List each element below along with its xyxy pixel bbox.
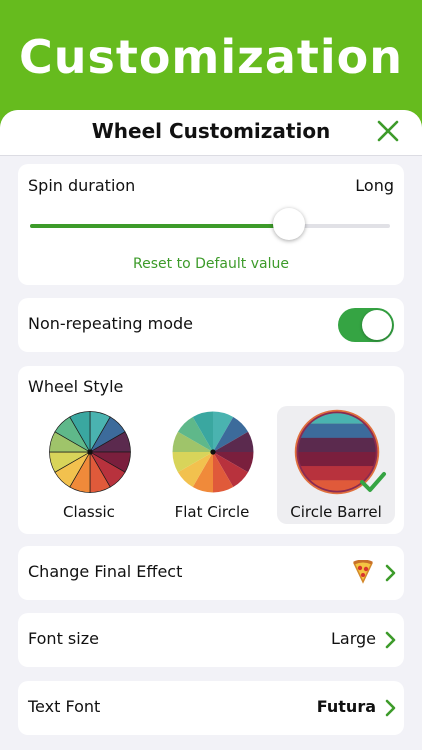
wheel-style-label: Wheel Style [28,377,124,396]
style-option-classic[interactable]: Classic [30,406,148,524]
banner-title: Customization [18,30,404,84]
non-repeating-label: Non-repeating mode [28,314,194,333]
text-font-value: Futura [316,697,376,716]
style-label-circle-barrel: Circle Barrel [290,503,382,521]
non-repeating-toggle[interactable] [338,308,394,342]
wheel-style-card: Wheel Style Classic Flat Circle Circle B… [18,366,404,534]
app-banner: Customization [0,0,422,118]
spin-duration-slider[interactable] [30,224,390,228]
checkmark-icon [360,472,386,492]
spin-duration-card: Spin duration Long Reset to Default valu… [18,164,404,285]
spin-duration-value: Long [355,176,394,195]
style-option-flat-circle[interactable]: Flat Circle [153,406,271,524]
font-size-row[interactable]: Font size Large [18,613,404,667]
wheel-hub [87,449,93,455]
slider-thumb[interactable] [273,208,306,240]
chevron-right-icon [385,631,396,649]
pizza-icon [352,560,374,584]
classic-wheel-icon [49,411,131,493]
final-effect-label: Change Final Effect [28,562,183,581]
text-font-label: Text Font [28,697,101,716]
text-font-row[interactable]: Text Font Futura [18,681,404,735]
style-option-circle-barrel[interactable]: Circle Barrel [277,406,395,524]
style-label-classic: Classic [63,503,115,521]
font-size-label: Font size [28,629,99,648]
style-label-flat-circle: Flat Circle [174,503,250,521]
spin-duration-label: Spin duration [28,176,136,195]
sheet-header: Wheel Customization [0,110,422,156]
chevron-right-icon [385,699,396,717]
toggle-knob [362,310,392,340]
wheel-hub [210,449,216,455]
font-size-value: Large [330,629,376,648]
customization-sheet: Wheel Customization Spin duration Long R… [0,110,422,750]
final-effect-row[interactable]: Change Final Effect [18,546,404,600]
close-x-icon[interactable] [376,119,400,143]
chevron-right-icon [385,564,396,582]
slider-fill [30,224,290,228]
reset-default-link[interactable]: Reset to Default value [18,256,404,272]
flat-circle-wheel-icon [172,411,254,493]
sheet-title: Wheel Customization [91,119,331,143]
non-repeating-card: Non-repeating mode [18,298,404,352]
